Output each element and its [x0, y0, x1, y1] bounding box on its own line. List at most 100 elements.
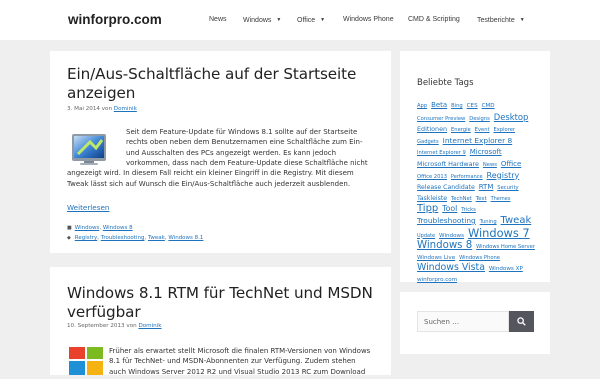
tag-cloud-link[interactable]: Windows 7 — [468, 226, 530, 240]
author-link[interactable]: Dominik — [114, 106, 137, 112]
tag-cloud-link[interactable]: Windows — [439, 233, 464, 239]
post-title-line: verfügbar — [67, 303, 141, 321]
tag-cloud-link[interactable]: Themes — [491, 196, 511, 202]
tag-cloud-link[interactable]: Tweak — [501, 215, 532, 226]
tag-cloud-link[interactable]: Test — [476, 196, 487, 202]
tag-cloud-link[interactable]: winforpro.com — [417, 277, 457, 283]
tag-cloud-link[interactable]: TechNet — [451, 196, 472, 202]
tag-cloud-link[interactable]: Beta — [431, 101, 447, 109]
nav-label: CMD & Scripting — [408, 16, 460, 23]
tag-cloud-link[interactable]: Editionen — [417, 125, 447, 133]
site-logo[interactable]: winforpro.com — [68, 12, 162, 27]
nav-label: News — [209, 16, 227, 23]
post-title[interactable]: Ein/Aus-Schaltfläche auf der Startseite … — [67, 65, 356, 103]
excerpt-line: und Ausschalten des PCs angezeigt werden… — [126, 148, 337, 157]
tag-cloud-link[interactable]: Release Candidate — [417, 184, 475, 191]
tag-cloud-link[interactable]: Windows 8 — [417, 240, 472, 251]
tag-cloud-link[interactable]: CES — [467, 103, 478, 109]
tag-link[interactable]: Tweak — [148, 235, 165, 241]
tag-link[interactable]: Troubleshooting — [101, 235, 145, 241]
search-button[interactable] — [509, 311, 534, 332]
tag-cloud-link[interactable]: Tipp — [417, 203, 438, 215]
post-categories: ■ Windows, Windows 8 — [67, 225, 133, 231]
windows-logo-icon — [69, 347, 103, 375]
article-card: Windows 8.1 RTM für TechNet und MSDN ver… — [50, 267, 391, 376]
tag-cloud-link[interactable]: Update — [417, 233, 435, 239]
search-widget — [400, 292, 550, 354]
excerpt-line: auch Windows Server 2012 R2 und Visual S… — [109, 367, 366, 376]
folder-icon: ■ — [67, 225, 72, 231]
tag-cloud-link[interactable]: Windows Vista — [417, 262, 485, 274]
read-more-link[interactable]: Weiterlesen — [67, 203, 109, 212]
nav-item-windows[interactable]: Windows ▼ — [243, 0, 281, 40]
article-card: Ein/Aus-Schaltfläche auf der Startseite … — [50, 51, 391, 253]
tag-cloud-link[interactable]: Taskleiste — [417, 195, 447, 202]
post-title-line: Ein/Aus-Schaltfläche auf der Startseite — [67, 65, 357, 83]
tag-cloud: App Beta Bing CES CMD Consumer Preview D… — [417, 100, 537, 286]
category-link[interactable]: Windows 8 — [103, 225, 133, 231]
tag-cloud-link[interactable]: App — [417, 103, 427, 109]
tag-cloud-link[interactable]: Windows Phone — [459, 255, 500, 261]
tag-cloud-link[interactable]: News — [483, 162, 497, 168]
nav-item-office[interactable]: Office ▼ — [297, 0, 325, 40]
nav-item-news[interactable]: News — [209, 0, 227, 40]
site-header: winforpro.com News Windows ▼ Office ▼ Wind… — [0, 0, 600, 40]
tag-cloud-link[interactable]: Explorer — [493, 127, 515, 133]
nav-label: Office — [297, 17, 316, 24]
tag-cloud-link[interactable]: Tool — [442, 204, 457, 213]
excerpt-line: vorkommen, dass nach dem Feature-Update … — [126, 159, 368, 167]
nav-item-testberichte[interactable]: Testberichte ▼ — [477, 0, 525, 40]
post-meta: 10. September 2013 von Dominik — [67, 323, 162, 329]
excerpt-line: Tweak lässt sich auf Wunsch die Ein/Aus-… — [67, 179, 351, 188]
category-link[interactable]: Windows — [75, 225, 100, 231]
nav-label: Windows Phone — [343, 16, 394, 23]
tag-link[interactable]: Windows 8.1 — [168, 235, 203, 241]
tag-cloud-link[interactable]: Security — [497, 185, 518, 191]
tag-cloud-widget: Beliebte Tags App Beta Bing CES CMD Cons… — [400, 51, 550, 283]
tag-cloud-link[interactable]: Troubleshooting — [417, 216, 476, 225]
search-input[interactable] — [417, 311, 509, 332]
tag-cloud-link[interactable]: Bing — [451, 103, 463, 109]
tag-cloud-link[interactable]: Office — [501, 160, 521, 168]
nav-item-windows-phone[interactable]: Windows Phone — [343, 0, 394, 40]
tag-cloud-link[interactable]: Event — [475, 127, 490, 133]
post-date[interactable]: 10. September 2013 — [67, 323, 125, 329]
post-date[interactable]: 3. Mai 2014 — [67, 106, 100, 112]
tag-cloud-link[interactable]: Microsoft — [470, 148, 502, 156]
tag-cloud-link[interactable]: Designs — [469, 116, 490, 122]
author-link[interactable]: Dominik — [138, 323, 161, 329]
excerpt-line: Früher als erwartet stellt Microsoft die… — [109, 347, 371, 355]
nav-item-cmd-scripting[interactable]: CMD & Scripting — [408, 0, 460, 40]
tag-cloud-link[interactable]: Gadgets — [417, 139, 439, 145]
post-title-line: Windows 8.1 RTM für TechNet und MSDN — [67, 284, 373, 302]
tag-cloud-link[interactable]: Microsoft Hardware — [417, 160, 479, 168]
tag-cloud-link[interactable]: Internet Explorer 8 — [443, 136, 513, 145]
post-thumbnail[interactable] — [69, 347, 105, 375]
tag-link[interactable]: Registry — [75, 235, 98, 241]
excerpt-line: rechts oben neben dem Benutzernamen eine… — [126, 138, 363, 147]
tag-cloud-link[interactable]: Tuning — [480, 219, 497, 225]
chevron-down-icon: ▼ — [519, 17, 525, 23]
tag-cloud-link[interactable]: Tricks — [461, 207, 476, 213]
post-title-line: anzeigen — [67, 84, 136, 102]
tag-cloud-link[interactable]: Energie — [451, 127, 471, 133]
tag-cloud-link[interactable]: RTM — [479, 183, 494, 191]
tag-cloud-link[interactable]: Windows Home Server — [476, 244, 535, 250]
post-title[interactable]: Windows 8.1 RTM für TechNet und MSDN ver… — [67, 284, 373, 322]
post-excerpt-continued: vorkommen, dass nach dem Feature-Update … — [67, 158, 387, 189]
tag-cloud-link[interactable]: Performance — [451, 174, 483, 180]
tag-cloud-link[interactable]: Desktop — [494, 112, 529, 122]
nav-label: Testberichte — [477, 17, 515, 24]
widget-title: Beliebte Tags — [417, 78, 474, 88]
tag-cloud-link[interactable]: Windows XP — [489, 266, 523, 272]
post-tags: ◆ Registry, Troubleshooting, Tweak, Wind… — [67, 235, 204, 241]
tag-cloud-link[interactable]: Consumer Preview — [417, 116, 465, 122]
tag-cloud-link[interactable]: Windows Live — [417, 255, 455, 261]
tag-cloud-link[interactable]: Registry — [487, 171, 520, 180]
search-icon — [517, 317, 526, 326]
meta-by: von — [101, 106, 112, 112]
excerpt-line: Seit dem Feature-Update für Windows 8.1 … — [126, 128, 358, 136]
tag-cloud-link[interactable]: CMD — [482, 103, 495, 109]
tag-cloud-link[interactable]: Internet Explorer 9 — [417, 150, 466, 156]
tag-cloud-link[interactable]: Office 2013 — [417, 174, 447, 180]
